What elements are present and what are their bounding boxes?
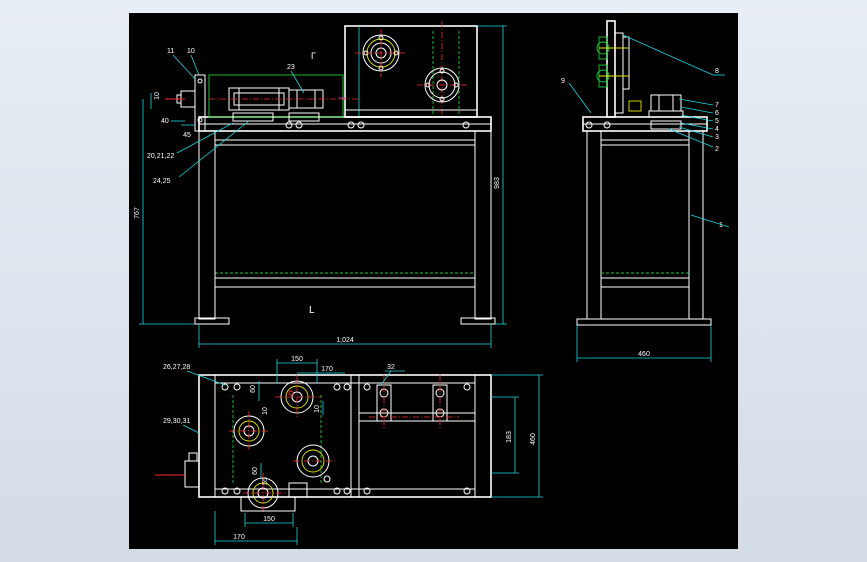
side-label-7: 7 — [715, 102, 719, 109]
dim-front-height-right: 983 — [494, 177, 501, 189]
front-label-11: 11 — [167, 48, 174, 55]
dim-front-width: 1,024 — [336, 337, 354, 344]
dim-top-170: 170 — [321, 366, 333, 373]
top-label-32: 32 — [387, 364, 395, 371]
dim-right-183: 183 — [506, 431, 513, 443]
dim-small-60: 60 — [250, 385, 257, 393]
front-label-23: 23 — [287, 64, 295, 71]
front-label-10: 10 — [187, 48, 195, 55]
dim-small-60b: 60 — [252, 467, 259, 475]
side-label-2: 2 — [715, 146, 719, 153]
section-mark-top: Γ — [311, 51, 316, 61]
side-label-4: 4 — [715, 126, 719, 133]
top-label-26-27-28: 26,27,28 — [163, 364, 190, 371]
top-view: 150 170 150 170 183 460 60 10 10 60 55 2… — [155, 356, 543, 545]
front-label-24-25: 24,25 — [153, 178, 171, 185]
side-label-6: 6 — [715, 110, 719, 117]
side-label-3: 3 — [715, 134, 719, 141]
dim-right-460: 460 — [530, 433, 537, 445]
top-label-29-30-31: 29,30,31 — [163, 418, 190, 425]
side-label-5: 5 — [715, 118, 719, 125]
front-right-leg — [474, 130, 492, 320]
dim-small-10b: 10 — [314, 405, 321, 413]
side-label-1: 1 — [719, 222, 723, 229]
side-label-9: 9 — [561, 78, 565, 85]
section-mark-bottom: L — [309, 305, 315, 316]
dim-small-10: 10 — [262, 407, 269, 415]
front-label-20-21-22: 20,21,22 — [147, 153, 174, 160]
drawing-svg: 1,024 767 983 10 45 11 10 23 40 20,21,22… — [134, 20, 730, 545]
side-label-8: 8 — [715, 68, 719, 75]
dim-bottom-150: 150 — [263, 516, 275, 523]
dim-front-small-2: 45 — [183, 132, 191, 139]
dim-front-height-left: 767 — [134, 207, 141, 219]
front-view: 1,024 767 983 10 45 11 10 23 40 20,21,22… — [134, 21, 507, 348]
dim-side-width: 460 — [638, 351, 650, 358]
dim-small-55: 55 — [262, 477, 269, 485]
dim-front-small-1: 10 — [154, 92, 161, 100]
front-label-40: 40 — [161, 118, 169, 125]
side-view: 460 8 9 7 6 5 4 3 2 1 — [561, 20, 730, 362]
cad-drawing-canvas[interactable]: 1,024 767 983 10 45 11 10 23 40 20,21,22… — [129, 13, 738, 549]
dim-top-150: 150 — [291, 356, 303, 363]
side-vertical-plate — [606, 20, 616, 118]
dim-bottom-170: 170 — [233, 534, 245, 541]
front-vertical-plate — [344, 25, 478, 118]
